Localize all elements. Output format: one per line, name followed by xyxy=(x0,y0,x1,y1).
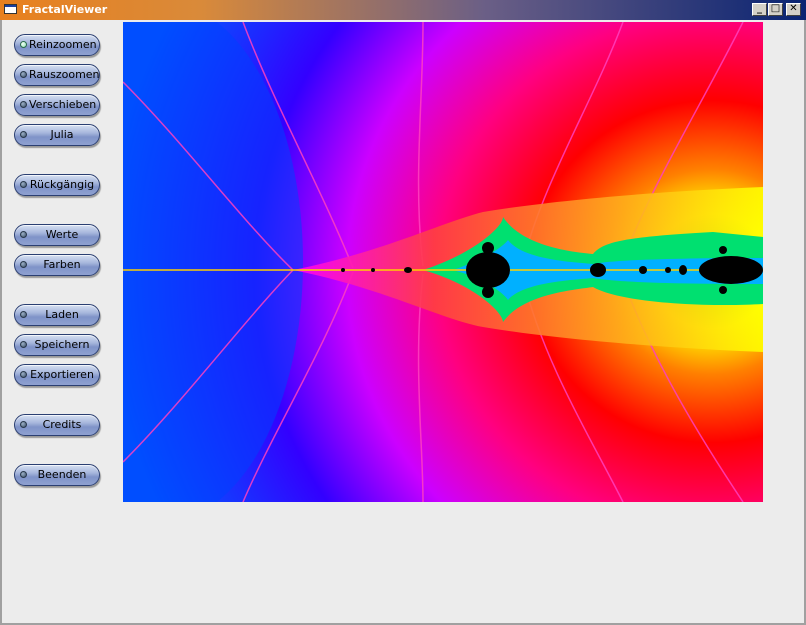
radio-indicator-icon xyxy=(20,71,27,78)
button-label: Rauszoomen xyxy=(29,68,100,81)
button-label: Verschieben xyxy=(29,98,97,111)
indicator-icon xyxy=(20,261,27,268)
save-button[interactable]: Speichern xyxy=(14,334,100,356)
undo-button[interactable]: Rückgängig xyxy=(14,174,100,196)
button-label: Reinzoomen xyxy=(29,38,97,51)
indicator-icon xyxy=(20,231,27,238)
button-label: Julia xyxy=(50,128,74,141)
close-button[interactable]: ✕ xyxy=(786,3,801,16)
export-button[interactable]: Exportieren xyxy=(14,364,100,386)
window-title: FractalViewer xyxy=(22,3,108,16)
indicator-icon xyxy=(20,371,27,378)
title-bar[interactable]: FractalViewer _ □ ✕ xyxy=(0,0,806,20)
radio-indicator-icon xyxy=(20,101,27,108)
button-label: Laden xyxy=(45,308,79,321)
radio-indicator-icon xyxy=(20,131,27,138)
button-label: Rückgängig xyxy=(29,178,95,191)
button-label: Speichern xyxy=(34,338,90,351)
zoom-in-button[interactable]: Reinzoomen xyxy=(14,34,100,56)
indicator-icon xyxy=(20,341,27,348)
zoom-out-button[interactable]: Rauszoomen xyxy=(14,64,100,86)
button-label: Farben xyxy=(43,258,81,271)
indicator-icon xyxy=(20,471,27,478)
indicator-icon xyxy=(20,311,27,318)
load-button[interactable]: Laden xyxy=(14,304,100,326)
fractal-canvas[interactable] xyxy=(123,22,763,502)
colors-button[interactable]: Farben xyxy=(14,254,100,276)
credits-button[interactable]: Credits xyxy=(14,414,100,436)
minimize-button[interactable]: _ xyxy=(752,3,767,16)
button-label: Credits xyxy=(42,418,82,431)
button-label: Exportieren xyxy=(30,368,94,381)
quit-button[interactable]: Beenden xyxy=(14,464,100,486)
maximize-button[interactable]: □ xyxy=(768,3,783,16)
values-button[interactable]: Werte xyxy=(14,224,100,246)
indicator-icon xyxy=(20,421,27,428)
indicator-icon xyxy=(20,181,27,188)
julia-button[interactable]: Julia xyxy=(14,124,100,146)
move-button[interactable]: Verschieben xyxy=(14,94,100,116)
app-window-icon[interactable] xyxy=(4,4,17,14)
radio-indicator-icon xyxy=(20,41,27,48)
button-label: Werte xyxy=(45,228,79,241)
button-label: Beenden xyxy=(37,468,87,481)
